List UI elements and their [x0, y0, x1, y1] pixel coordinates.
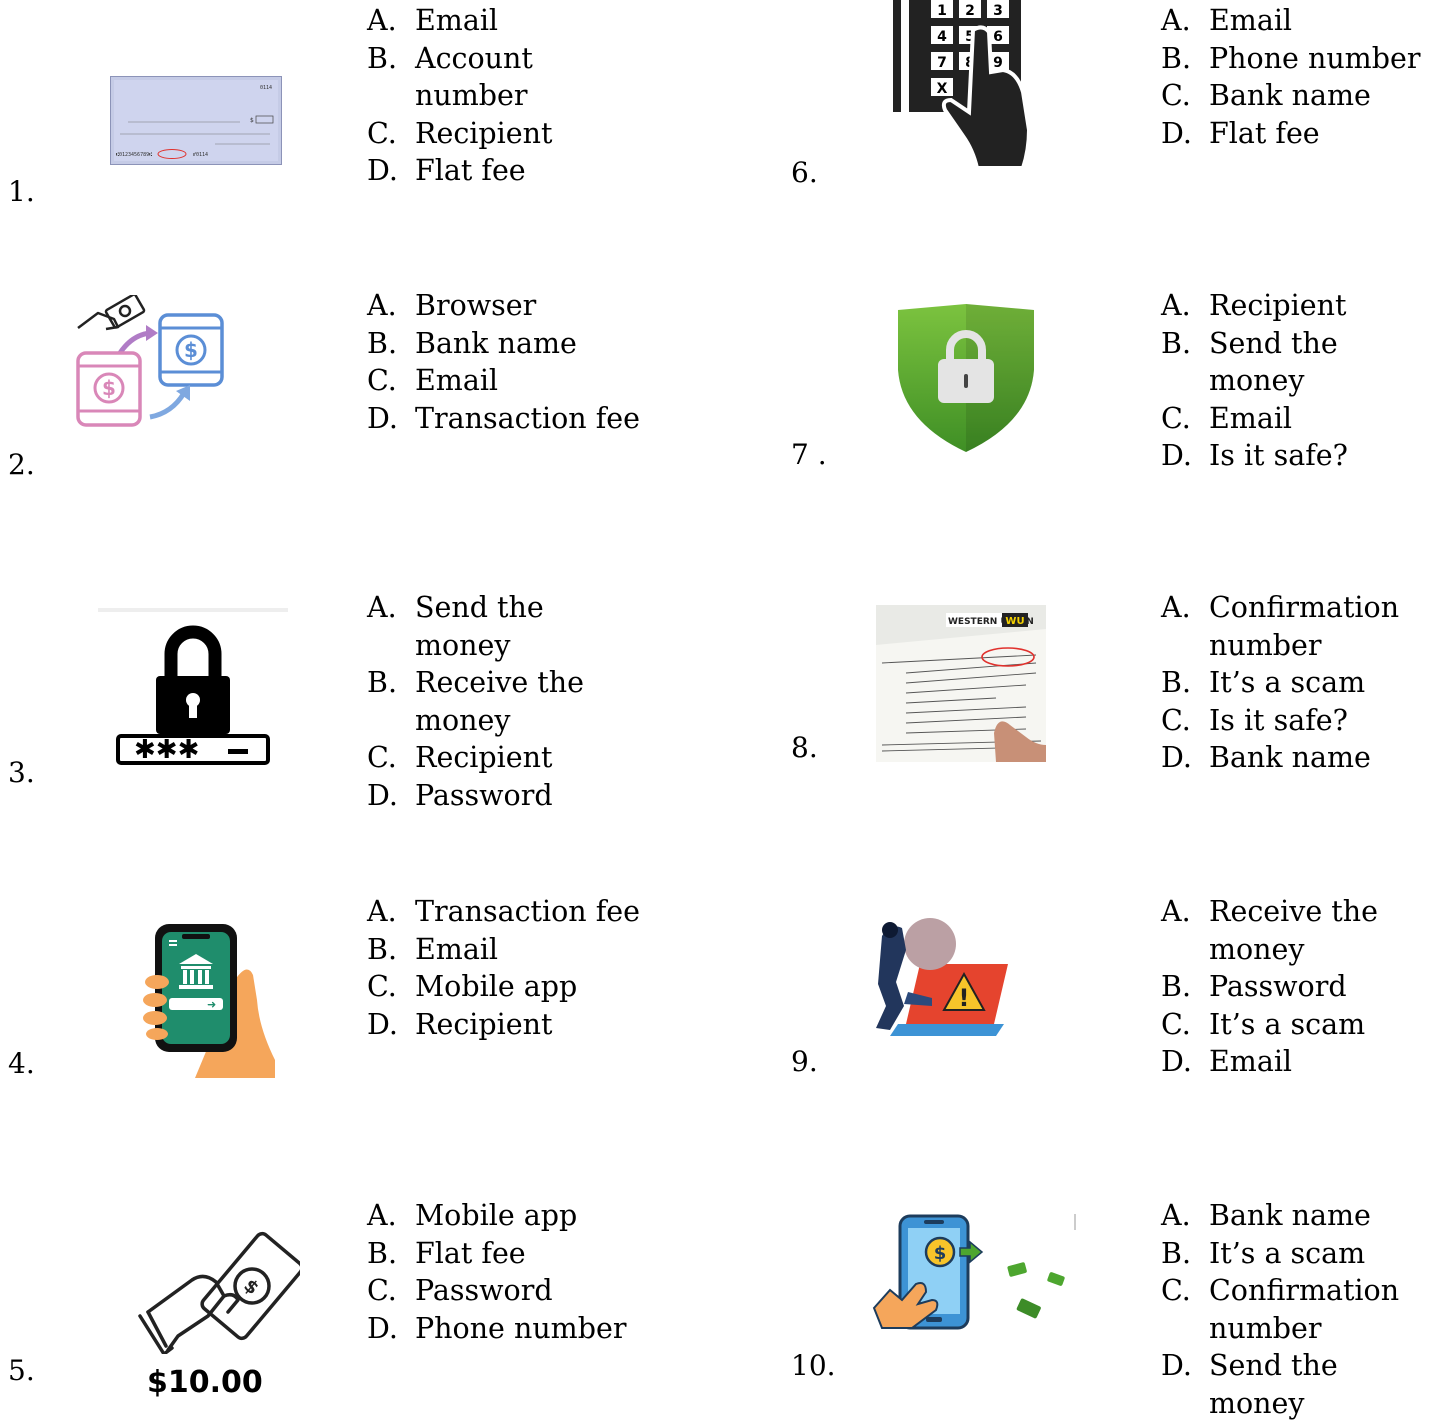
option-c[interactable]: C. Mobile app [367, 968, 645, 1006]
question-number: 7 . [791, 438, 827, 471]
option-a[interactable]: A. Mobile app [367, 1197, 645, 1235]
option-a[interactable]: A. Confirmation number [1161, 589, 1439, 664]
answer-options: A. Receive the money B. Password C. It’s a … [1161, 893, 1439, 1081]
answer-options: A. Mobile app B. Flat fee C. Password D. Pho… [367, 1197, 645, 1347]
key-2: 2 [965, 3, 975, 19]
svg-text:!: ! [959, 984, 970, 1012]
option-c[interactable]: C. Password [367, 1272, 645, 1310]
option-d[interactable]: D. Phone number [367, 1310, 645, 1348]
option-d[interactable]: D. Is it safe? [1161, 437, 1439, 475]
svg-text:$: $ [250, 117, 254, 124]
option-a[interactable]: A. Send the money [367, 589, 645, 664]
option-c[interactable]: C. Bank name [1161, 77, 1439, 115]
answer-options: A. Email B. Account number C. Recipient D. F… [367, 2, 645, 190]
question-number: 6. [791, 156, 818, 189]
answer-options: A. Send the money B. Receive the money C. R… [367, 589, 645, 815]
option-c[interactable]: C. Recipient [367, 739, 645, 777]
check-with-routing-number-icon: 0114 $ ⑆0123456789⑆ ⑈0114 [110, 76, 282, 165]
svg-text:$: $ [184, 338, 198, 362]
option-a[interactable]: A. Recipient [1161, 287, 1439, 325]
phone-to-phone-transfer-icon: $ $ [72, 295, 232, 430]
key-4: 4 [937, 29, 947, 45]
option-c[interactable]: C. Recipient [367, 115, 645, 153]
option-b[interactable]: B. Password [1161, 968, 1439, 1006]
price-caption: $10.00 [147, 1365, 263, 1400]
keypad-pin-entry-icon: 1 2 3 4 5 6 7 8 9 X [893, 0, 1031, 168]
option-a[interactable]: A. Browser [367, 287, 645, 325]
option-d[interactable]: D. Bank name [1161, 739, 1439, 777]
mobile-banking-app-icon: ➜ [135, 920, 275, 1078]
option-b[interactable]: B. Flat fee [367, 1235, 645, 1273]
svg-text:⑆0123456789⑆: ⑆0123456789⑆ [116, 152, 152, 158]
option-b[interactable]: B. Phone number [1161, 40, 1439, 78]
svg-text:$: $ [239, 1275, 262, 1299]
svg-text:$: $ [934, 1243, 947, 1264]
hand-with-money-icon: $ [120, 1226, 300, 1354]
option-d[interactable]: D. Email [1161, 1043, 1439, 1081]
option-a[interactable]: A. Receive the money [1161, 893, 1439, 968]
option-b[interactable]: B. It’s a scam [1161, 664, 1439, 702]
option-a[interactable]: A. Bank name [1161, 1197, 1439, 1235]
answer-options: A. Bank name B. It’s a scam C. Confirmation… [1161, 1197, 1439, 1423]
option-d[interactable]: D. Recipient [367, 1006, 645, 1044]
svg-text:➜: ➜ [207, 998, 216, 1011]
svg-text:0114: 0114 [260, 85, 272, 91]
question-number: 10. [791, 1349, 836, 1382]
option-c[interactable]: C. Email [1161, 400, 1439, 438]
question-number: 1. [8, 175, 35, 208]
key-7: 7 [937, 55, 947, 71]
lock-password-icon: ✱✱✱ [98, 608, 288, 768]
option-b[interactable]: B. Email [367, 931, 645, 969]
key-3: 3 [993, 3, 1003, 19]
answer-options: A. Confirmation number B. It’s a scam C. Is… [1161, 589, 1439, 777]
option-d[interactable]: D. Flat fee [1161, 115, 1439, 153]
option-c[interactable]: C. It’s a scam [1161, 1006, 1439, 1044]
question-number: 5. [8, 1354, 35, 1387]
key-1: 1 [937, 3, 947, 19]
option-b[interactable]: B. Send the money [1161, 325, 1439, 400]
question-number: 9. [791, 1045, 818, 1078]
option-c[interactable]: C. Email [367, 362, 645, 400]
option-a[interactable]: A. Email [1161, 2, 1439, 40]
key-6: 6 [993, 29, 1003, 45]
option-c[interactable]: C. Is it safe? [1161, 702, 1439, 740]
question-number: 4. [8, 1047, 35, 1080]
option-b[interactable]: B. It’s a scam [1161, 1235, 1439, 1273]
option-d[interactable]: D. Transaction fee [367, 400, 645, 438]
answer-options: A. Recipient B. Send the money C. Email D. I… [1161, 287, 1439, 475]
option-d[interactable]: D. Flat fee [367, 152, 645, 190]
option-d[interactable]: D. Send the money [1161, 1347, 1439, 1422]
svg-text:WU: WU [1005, 616, 1024, 627]
option-b[interactable]: B. Receive the money [367, 664, 645, 739]
answer-options: A. Email B. Phone number C. Bank name D. Fla… [1161, 2, 1439, 152]
question-number: 8. [791, 731, 818, 764]
svg-text:⑈0114: ⑈0114 [193, 152, 208, 158]
option-d[interactable]: D. Password [367, 777, 645, 815]
key-x: X [937, 81, 948, 97]
question-number: 2. [8, 448, 35, 481]
answer-options: A. Browser B. Bank name C. Email D. Transact… [367, 287, 645, 437]
phone-send-money-icon: $ [868, 1212, 1080, 1332]
question-number: 3. [8, 756, 35, 789]
svg-text:$: $ [102, 376, 116, 400]
option-a[interactable]: A. Email [367, 2, 645, 40]
money-transfer-receipt-photo: WESTERN UNION WU [876, 605, 1046, 762]
option-b[interactable]: B. Account number [367, 40, 645, 115]
security-shield-lock-icon [898, 304, 1034, 452]
thief-laptop-warning-icon: ! [868, 910, 1026, 1038]
option-a[interactable]: A. Transaction fee [367, 893, 645, 931]
option-b[interactable]: B. Bank name [367, 325, 645, 363]
answer-options: A. Transaction fee B. Email C. Mobile app D… [367, 893, 645, 1043]
svg-text:✱✱✱: ✱✱✱ [134, 735, 199, 765]
option-c[interactable]: C. Confirmation number [1161, 1272, 1439, 1347]
